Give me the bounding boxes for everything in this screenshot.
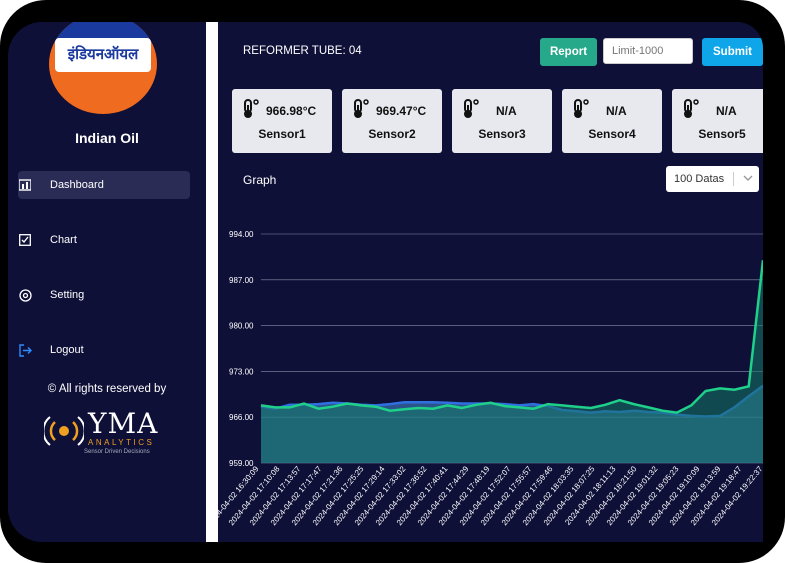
thermometer-icon: [684, 99, 699, 118]
sidebar-item-label: Dashboard: [50, 179, 104, 191]
sensor-value: N/A: [716, 104, 737, 118]
thermometer-icon: [244, 99, 259, 118]
thermometer-icon: [574, 99, 589, 118]
settings-icon: [18, 288, 32, 302]
graph-title: Graph: [243, 173, 277, 187]
brand-name: Indian Oil: [75, 130, 139, 146]
sensor-value: 969.47°C: [376, 104, 427, 118]
sensor-name: Sensor1: [258, 127, 306, 141]
y-tick-label: 994.00: [229, 230, 254, 239]
sensor-card: N/A Sensor3: [452, 89, 552, 153]
divider: [206, 22, 218, 542]
sensor-card: N/A Sensor5: [672, 89, 763, 153]
sensor-name: Sensor5: [698, 127, 746, 141]
y-tick-label: 987.00: [229, 276, 254, 285]
y-tick-label: 973.00: [229, 367, 254, 376]
temperature-chart: 994.00987.00980.00973.00966.00959.002024…: [218, 230, 763, 527]
sensor-card: 969.47°C Sensor2: [342, 89, 442, 153]
report-button[interactable]: Report: [540, 38, 597, 66]
series-area: [261, 260, 763, 463]
copyright-text: © All rights reserved by: [47, 383, 167, 395]
submit-button[interactable]: Submit: [702, 38, 763, 66]
sidebar-item-chart[interactable]: Chart: [18, 226, 77, 254]
indian-oil-logo: इंडियनऑयल: [49, 22, 157, 114]
select-value: 100 Datas: [674, 173, 725, 185]
logout-icon: [18, 343, 32, 357]
y-tick-label: 980.00: [229, 322, 254, 331]
sensor-card: N/A Sensor4: [562, 89, 662, 153]
sidebar-item-label: Setting: [50, 289, 85, 301]
sensor-name: Sensor2: [368, 127, 416, 141]
sidebar-item-setting[interactable]: Setting: [18, 281, 84, 309]
dashboard-icon: [18, 178, 32, 192]
sidebar-item-dashboard[interactable]: Dashboard: [18, 171, 190, 199]
yma-analytics-logo: YMA ANALYTICS Sensor Driven Decisions: [44, 407, 174, 459]
thermometer-icon: [354, 99, 369, 118]
sidebar-item-label: Chart: [50, 234, 77, 246]
page-title: REFORMER TUBE: 04: [243, 45, 362, 57]
device-frame: इंडियनऑयल Indian Oil Dashboard Chart Set…: [0, 0, 785, 563]
sidebar-item-logout[interactable]: Logout: [18, 336, 84, 364]
sensor-name: Sensor3: [478, 127, 526, 141]
data-count-select[interactable]: 100 Datas: [666, 166, 759, 192]
sensor-card: 966.98°C Sensor1: [232, 89, 332, 153]
sensor-value: N/A: [606, 104, 627, 118]
sensor-name: Sensor4: [588, 127, 636, 141]
y-tick-label: 959.00: [229, 459, 254, 468]
sidebar-item-label: Logout: [50, 344, 84, 356]
sensor-value: 966.98°C: [266, 104, 317, 118]
series-line: [260, 260, 763, 414]
sidebar: इंडियनऑयल Indian Oil Dashboard Chart Set…: [8, 22, 206, 542]
thermometer-icon: [464, 99, 479, 118]
chart-icon: [18, 233, 32, 247]
y-tick-label: 966.00: [229, 413, 254, 422]
limit-input[interactable]: [603, 38, 693, 64]
sensor-value: N/A: [496, 104, 517, 118]
chevron-down-icon: [743, 175, 753, 181]
main-panel: REFORMER TUBE: 04 Report Submit 966.98°C…: [218, 22, 763, 542]
